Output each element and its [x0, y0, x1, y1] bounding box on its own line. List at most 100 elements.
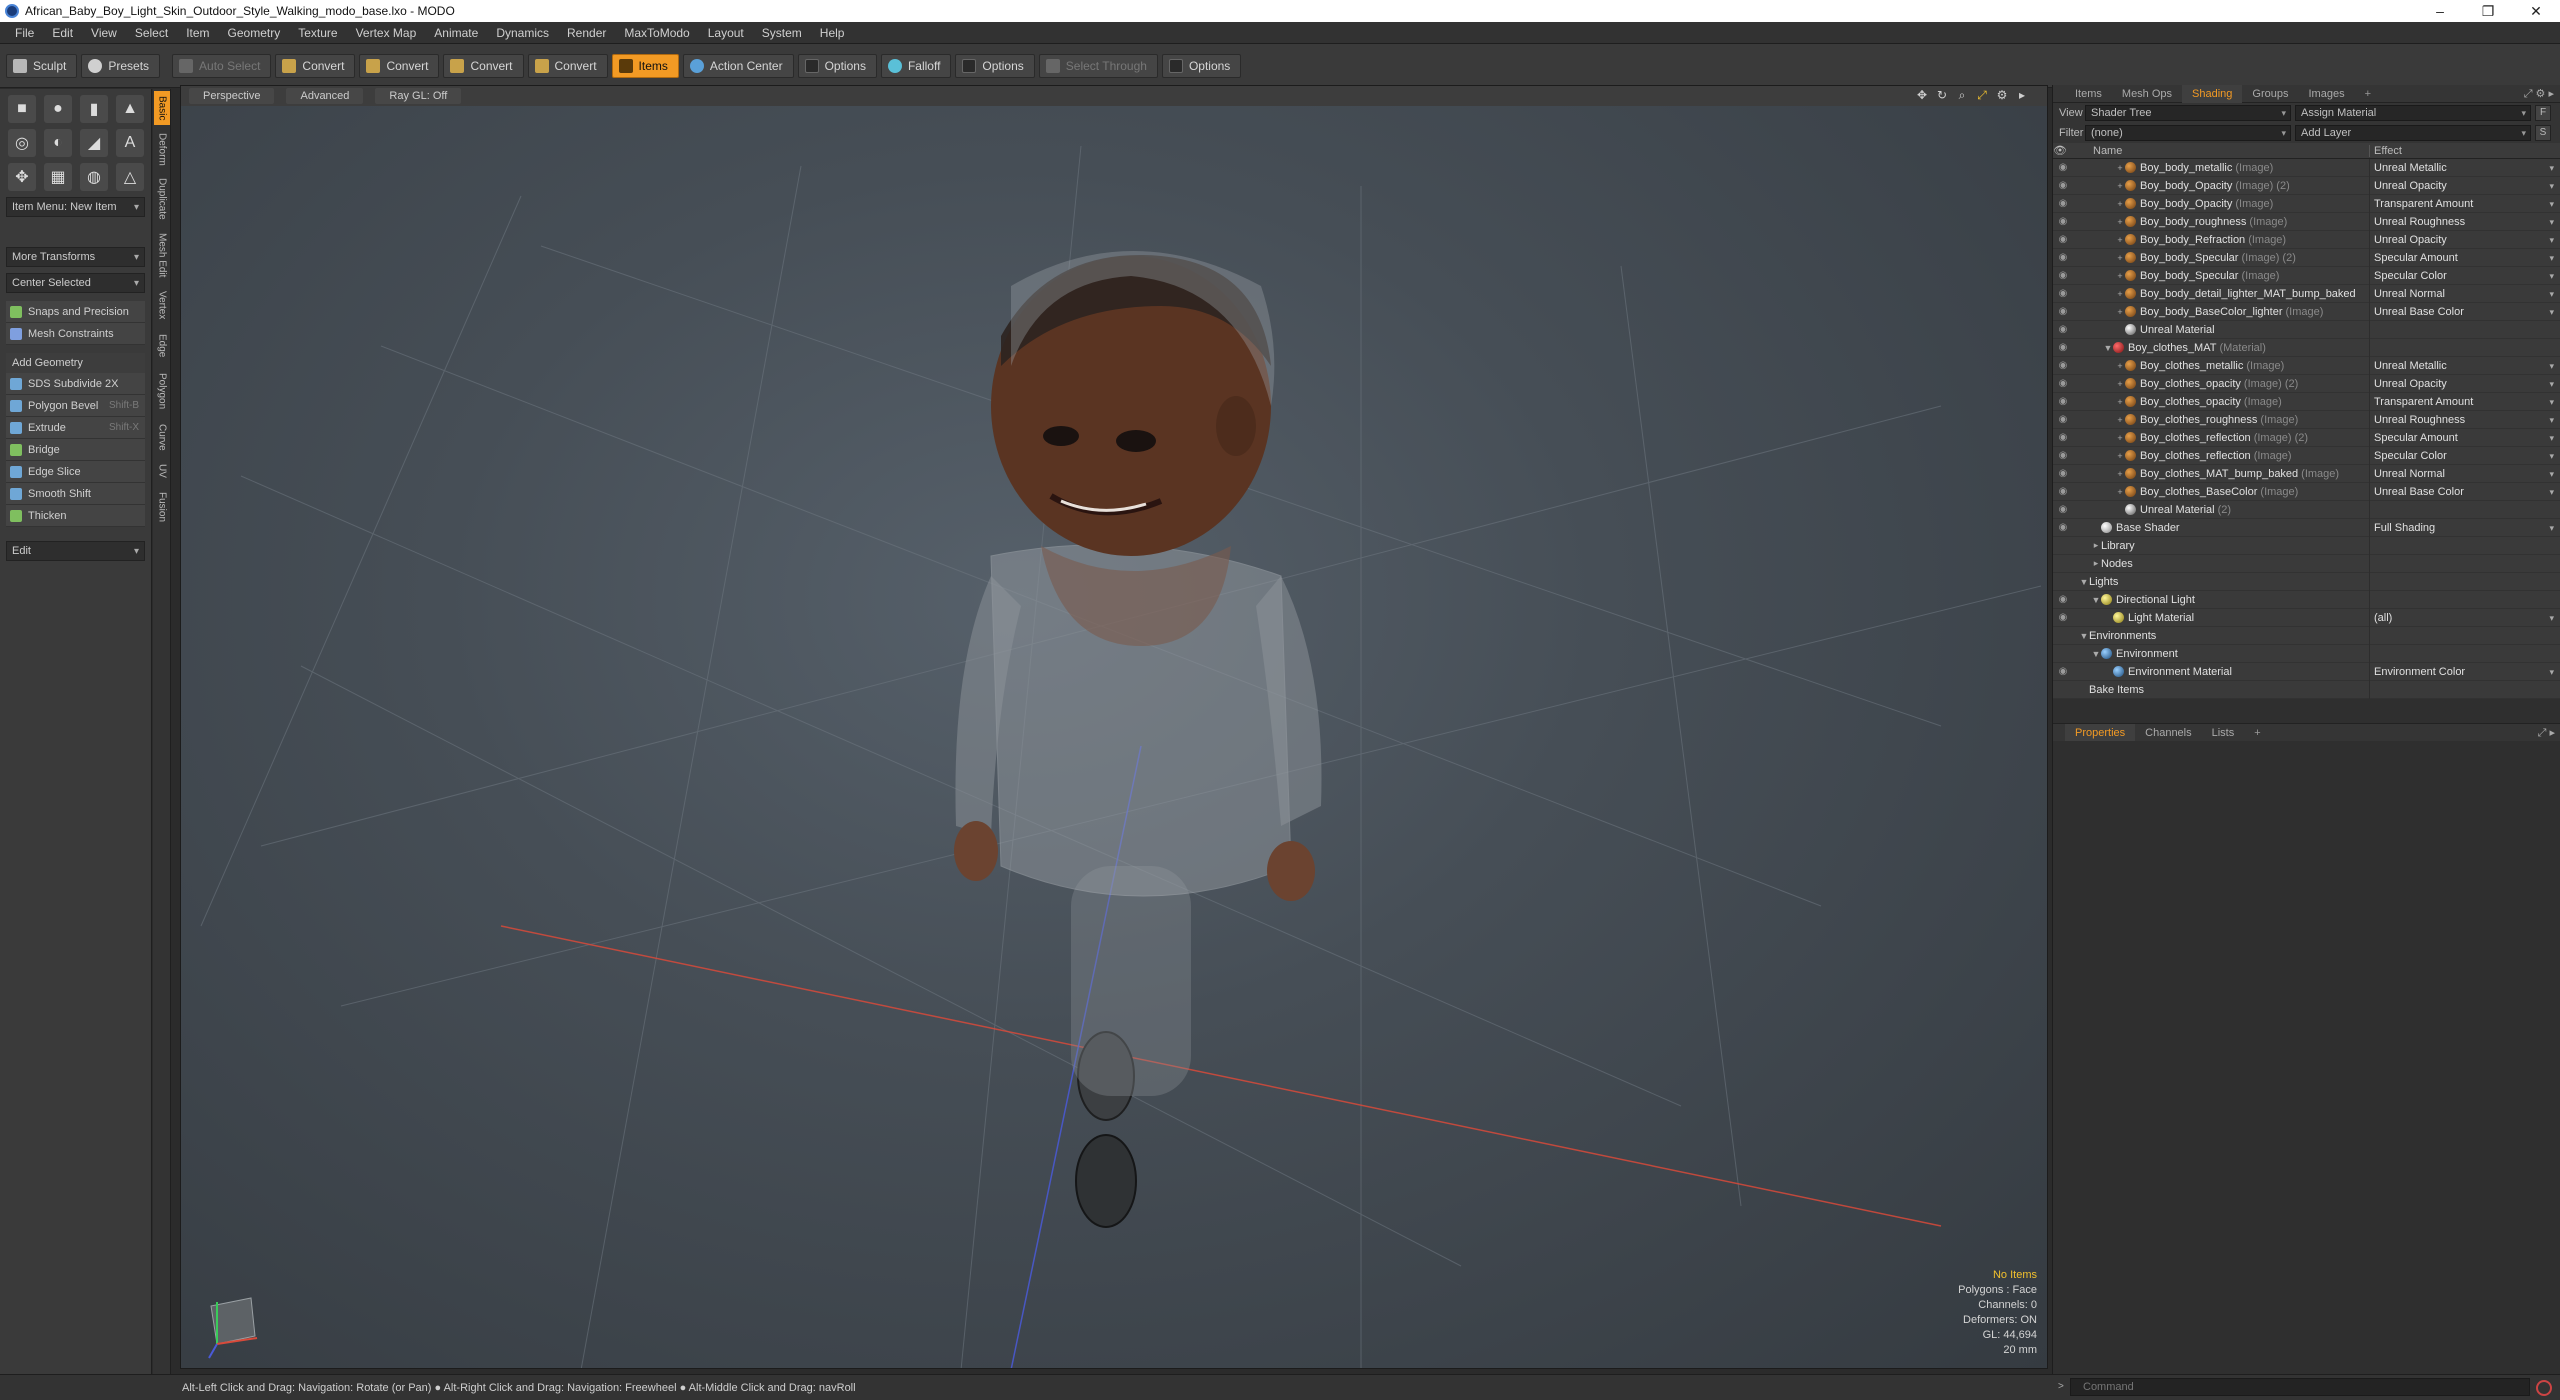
menu-file[interactable]: File	[6, 22, 43, 44]
visibility-eye-icon[interactable]: ◉	[2053, 468, 2073, 479]
layer-effect-select[interactable]: Specular Amount	[2369, 428, 2560, 447]
shader-tree-row[interactable]: ◉ + Boy_body_metallic (Image) Unreal Metalli…	[2053, 158, 2560, 177]
shader-tree-row[interactable]: ◉ Base Shader Full Shading	[2053, 518, 2560, 537]
minimize-button[interactable]: –	[2416, 0, 2464, 22]
presets-button[interactable]: Presets	[81, 53, 161, 78]
effect-column-header[interactable]: Effect	[2369, 144, 2560, 157]
expand-toggle-icon[interactable]: ▼	[2103, 343, 2113, 353]
layer-effect-select[interactable]: Unreal Base Color	[2369, 302, 2560, 321]
shader-tree-row[interactable]: ◉ + Boy_body_BaseColor_lighter (Image) Unrea…	[2053, 302, 2560, 321]
shader-tree-row[interactable]: ◉ + Boy_clothes_reflection (Image) Specular …	[2053, 446, 2560, 465]
convert-vertices-button[interactable]: Convert	[275, 53, 356, 78]
globe-icon[interactable]: ◍	[80, 163, 108, 191]
grid-icon[interactable]: ▦	[44, 163, 72, 191]
visibility-eye-icon[interactable]: ◉	[2053, 432, 2073, 443]
extrude-button[interactable]: Extrude Shift-X	[6, 417, 145, 439]
tab-channels[interactable]: Channels	[2135, 724, 2201, 742]
item-menu-dropdown[interactable]: Item Menu: New Item	[6, 197, 145, 217]
visibility-eye-icon[interactable]: ◉	[2053, 306, 2073, 317]
convert-materials-button[interactable]: Convert	[527, 53, 608, 78]
command-history-icon[interactable]: >	[2058, 1381, 2064, 1392]
shader-tree-row[interactable]: ◉ + Boy_clothes_opacity (Image) (2) Unreal O…	[2053, 374, 2560, 393]
cylinder-icon[interactable]: ▮	[80, 95, 108, 123]
layer-effect-select[interactable]: Specular Color	[2369, 266, 2560, 285]
expand-toggle-icon[interactable]: +	[2115, 487, 2125, 497]
zoom-icon[interactable]: ⌕	[1955, 88, 1969, 102]
menu-help[interactable]: Help	[811, 22, 854, 44]
tab-shading[interactable]: Shading	[2182, 84, 2243, 103]
visibility-eye-icon[interactable]: ◉	[2053, 378, 2073, 389]
shader-tree-row[interactable]: ◉ Environment Material Environment Color	[2053, 662, 2560, 681]
smooth-shift-button[interactable]: Smooth Shift	[6, 483, 145, 505]
visibility-eye-icon[interactable]: ◉	[2053, 594, 2073, 605]
layer-effect-select[interactable]: Unreal Metallic	[2369, 356, 2560, 375]
menu-vertex-map[interactable]: Vertex Map	[347, 22, 426, 44]
panel-expand-icon[interactable]: ⤢ ⚙ ▸	[2524, 87, 2554, 101]
layer-effect-select[interactable]: Unreal Metallic	[2369, 158, 2560, 177]
fit-icon[interactable]: ⤢	[1975, 88, 1989, 102]
layer-effect-select[interactable]: Environment Color	[2369, 662, 2560, 681]
expand-toggle-icon[interactable]: +	[2115, 253, 2125, 263]
shader-tree-row[interactable]: Bake Items	[2053, 680, 2560, 699]
vtab-fusion[interactable]: Fusion	[154, 487, 170, 527]
torus-icon[interactable]: ◎	[8, 129, 36, 157]
perspective-tab[interactable]: Perspective	[189, 88, 275, 104]
menu-layout[interactable]: Layout	[699, 22, 753, 44]
expand-toggle-icon[interactable]: +	[2115, 451, 2125, 461]
visibility-eye-icon[interactable]: ◉	[2053, 324, 2073, 335]
advanced-tab[interactable]: Advanced	[286, 88, 364, 104]
command-stop-icon[interactable]	[2536, 1380, 2552, 1396]
shader-tree-row[interactable]: ◉ + Boy_clothes_roughness (Image) Unreal Rou…	[2053, 410, 2560, 429]
props-expand-icon[interactable]: ⤢ ▸	[2538, 726, 2555, 740]
transform-icon[interactable]: ✥	[8, 163, 36, 191]
convert-edges-button[interactable]: Convert	[359, 53, 440, 78]
menu-animate[interactable]: Animate	[425, 22, 487, 44]
expand-toggle-icon[interactable]: ▼	[2091, 649, 2101, 659]
filter-select[interactable]: (none)	[2085, 125, 2291, 141]
s-button[interactable]: S	[2535, 125, 2551, 141]
menu-dynamics[interactable]: Dynamics	[487, 22, 558, 44]
rotate-icon[interactable]: ↻	[1935, 88, 1949, 102]
vtab-curve[interactable]: Curve	[154, 419, 170, 455]
add-layer-select[interactable]: Add Layer	[2295, 125, 2531, 141]
vtab-deform[interactable]: Deform	[154, 129, 170, 169]
expand-toggle-icon[interactable]: +	[2115, 433, 2125, 443]
menu-view[interactable]: View	[82, 22, 126, 44]
expand-toggle-icon[interactable]: ▸	[2091, 540, 2101, 551]
vtab-uv[interactable]: UV	[154, 459, 170, 483]
action-center-options-button[interactable]: Options	[797, 53, 877, 78]
layer-effect-select[interactable]: Transparent Amount	[2369, 194, 2560, 213]
shader-tree-row[interactable]: ◉ + Boy_body_Opacity (Image) Transparent Amo…	[2053, 194, 2560, 213]
expand-toggle-icon[interactable]: +	[2115, 415, 2125, 425]
expand-toggle-icon[interactable]: +	[2115, 235, 2125, 245]
shader-tree-row[interactable]: ◉ + Boy_body_detail_lighter_MAT_bump_baked…	[2053, 284, 2560, 303]
expand-toggle-icon[interactable]: ▼	[2091, 595, 2101, 605]
tab-mesh-ops[interactable]: Mesh Ops	[2112, 85, 2182, 103]
add-geometry-header[interactable]: Add Geometry	[6, 353, 145, 373]
layer-effect-select[interactable]: Unreal Opacity	[2369, 176, 2560, 195]
menu-geometry[interactable]: Geometry	[219, 22, 290, 44]
visibility-eye-icon[interactable]: ◉	[2053, 522, 2073, 533]
expand-toggle-icon[interactable]: +	[2115, 217, 2125, 227]
sculpt-button[interactable]: Sculpt	[6, 53, 78, 78]
layer-effect-select[interactable]: Unreal Roughness	[2369, 410, 2560, 429]
shader-tree-row[interactable]: ◉ + Boy_clothes_opacity (Image) Transparent …	[2053, 392, 2560, 411]
menu-texture[interactable]: Texture	[289, 22, 346, 44]
tab-groups[interactable]: Groups	[2242, 85, 2298, 103]
shader-tree-row[interactable]: ▼ Lights	[2053, 572, 2560, 591]
text-icon[interactable]: A	[116, 129, 144, 157]
layer-effect-select[interactable]: (all)	[2369, 608, 2560, 627]
shader-tree-row[interactable]: ▸ Library	[2053, 536, 2560, 555]
shader-tree-row[interactable]: ◉ Light Material (all)	[2053, 608, 2560, 627]
layer-effect-select[interactable]: Unreal Roughness	[2369, 212, 2560, 231]
action-center-button[interactable]: Action Center	[682, 53, 794, 78]
expand-toggle-icon[interactable]: +	[2115, 271, 2125, 281]
shader-tree-row[interactable]: ◉ + Boy_clothes_metallic (Image) Unreal Meta…	[2053, 356, 2560, 375]
tab-lists[interactable]: Lists	[2202, 724, 2245, 742]
mesh-constraints-button[interactable]: Mesh Constraints	[6, 323, 145, 345]
vtab-mesh-edit[interactable]: Mesh Edit	[154, 229, 170, 281]
visibility-eye-icon[interactable]: ◉	[2053, 504, 2073, 515]
shader-tree-row[interactable]: ◉ + Boy_clothes_MAT_bump_baked (Image) Unrea…	[2053, 464, 2560, 483]
edit-dropdown[interactable]: Edit	[6, 541, 145, 561]
center-selected-dropdown[interactable]: Center Selected	[6, 273, 145, 293]
